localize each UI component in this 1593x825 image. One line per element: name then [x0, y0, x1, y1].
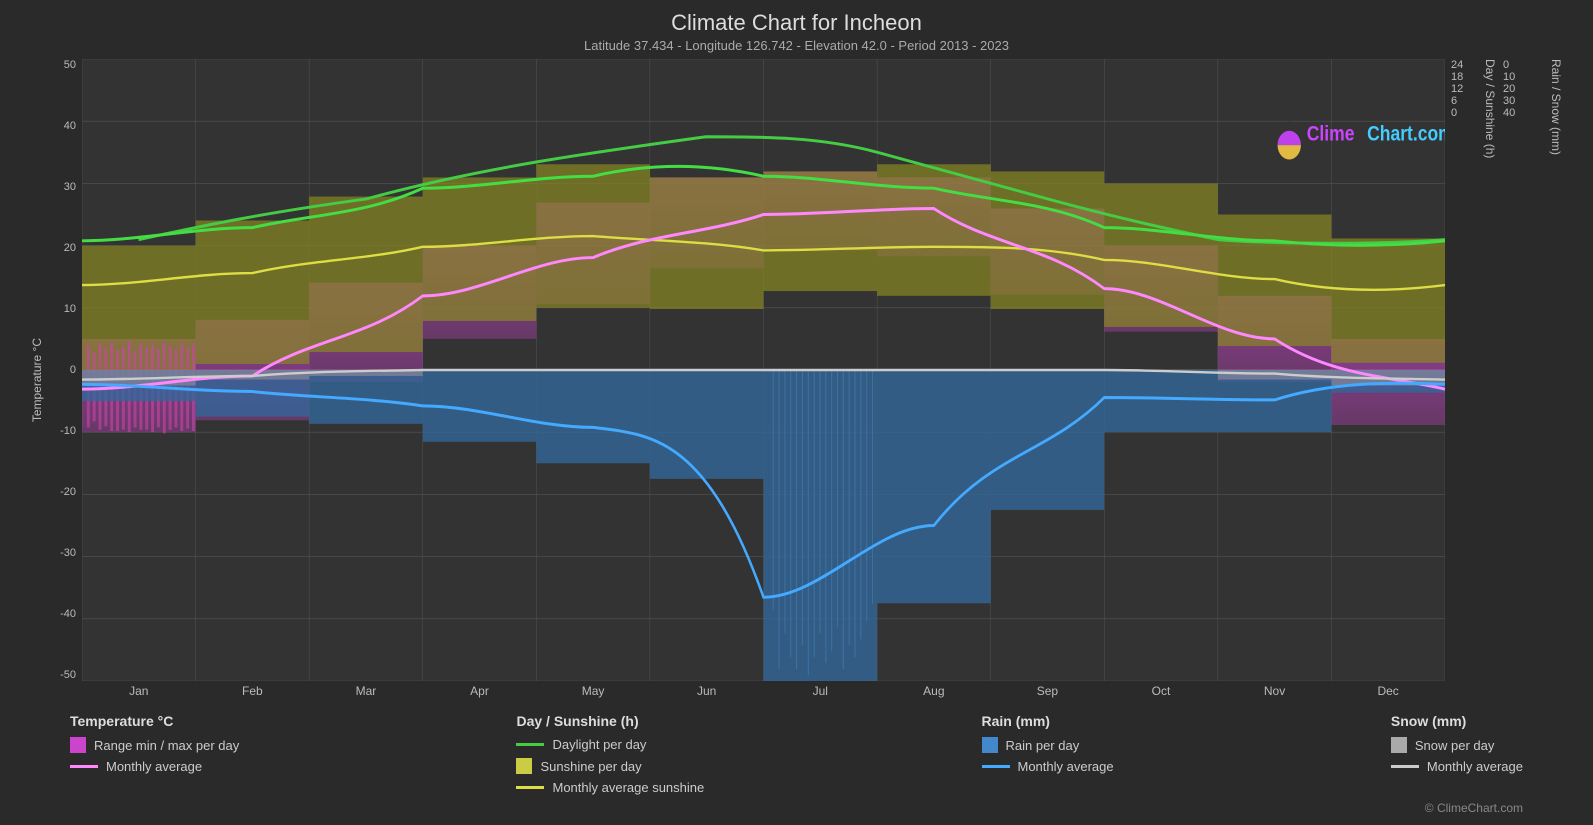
legend-rain-avg: Monthly average: [982, 759, 1114, 774]
legend-sunshine: Day / Sunshine (h) Daylight per day Suns…: [516, 713, 704, 795]
legend-daylight-label: Daylight per day: [552, 737, 646, 752]
y-axis-right-sunshine: 24 18 12 6 0: [1445, 59, 1481, 139]
y-label-sunshine: Day / Sunshine (h): [1483, 59, 1497, 158]
legend-rain-title: Rain (mm): [982, 713, 1114, 729]
legend-temp-range: Range min / max per day: [70, 737, 239, 753]
snow-avg-line: [1391, 765, 1419, 768]
x-label-feb: Feb: [196, 684, 310, 701]
svg-text:Chart.com: Chart.com: [1367, 122, 1445, 146]
daylight-line: [516, 743, 544, 746]
legend-snow-avg: Monthly average: [1391, 759, 1523, 774]
legend-snow-swatch: Snow per day: [1391, 737, 1523, 753]
legend-sunshine-avg-label: Monthly average sunshine: [552, 780, 704, 795]
sunshine-avg-line: [516, 786, 544, 789]
snow-swatch: [1391, 737, 1407, 753]
x-label-apr: Apr: [423, 684, 537, 701]
legend-rain-swatch-label: Rain per day: [1006, 738, 1080, 753]
legend-rain-avg-label: Monthly average: [1018, 759, 1114, 774]
legend-snow-title: Snow (mm): [1391, 713, 1523, 729]
x-label-jun: Jun: [650, 684, 764, 701]
chart-canvas: Clime Chart.com Clime Chart.com: [82, 59, 1445, 681]
legend-daylight: Daylight per day: [516, 737, 704, 752]
legend-rain-swatch: Rain per day: [982, 737, 1114, 753]
sunshine-swatch: [516, 758, 532, 774]
chart-subtitle: Latitude 37.434 - Longitude 126.742 - El…: [30, 38, 1563, 53]
x-label-jan: Jan: [82, 684, 196, 701]
watermark: © ClimeChart.com: [30, 801, 1563, 815]
legend-temp-title: Temperature °C: [70, 713, 239, 729]
y-axis-left: 50 40 30 20 10 0 -10 -20 -30 -40 -50: [46, 59, 82, 701]
legend-sunshine-avg: Monthly average sunshine: [516, 780, 704, 795]
rain-swatch: [982, 737, 998, 753]
legend-snow-avg-label: Monthly average: [1427, 759, 1523, 774]
x-label-nov: Nov: [1218, 684, 1332, 701]
x-label-aug: Aug: [877, 684, 991, 701]
temp-range-swatch: [70, 737, 86, 753]
legend-temp-avg-label: Monthly average: [106, 759, 202, 774]
x-label-sep: Sep: [991, 684, 1105, 701]
legend-sunshine-title: Day / Sunshine (h): [516, 713, 704, 729]
temp-avg-line: [70, 765, 98, 768]
x-label-mar: Mar: [309, 684, 423, 701]
x-label-dec: Dec: [1331, 684, 1445, 701]
legend-temp-avg: Monthly average: [70, 759, 239, 774]
chart-header: Climate Chart for Incheon Latitude 37.43…: [30, 10, 1563, 53]
y-axis-right-rain: 0 10 20 30 40: [1497, 59, 1547, 139]
x-label-may: May: [536, 684, 650, 701]
y-label-temperature: Temperature °C: [30, 338, 44, 422]
legend-sunshine-swatch: Sunshine per day: [516, 758, 704, 774]
y-label-rain: Rain / Snow (mm): [1549, 59, 1563, 155]
chart-title: Climate Chart for Incheon: [30, 10, 1563, 36]
legend-snow: Snow (mm) Snow per day Monthly average: [1391, 713, 1523, 795]
legend-temperature: Temperature °C Range min / max per day M…: [70, 713, 239, 795]
svg-text:Clime: Clime: [1307, 122, 1355, 146]
legend-rain: Rain (mm) Rain per day Monthly average: [982, 713, 1114, 795]
x-axis: Jan Feb Mar Apr May Jun Jul Aug Sep Oct …: [82, 681, 1445, 701]
legend-snow-swatch-label: Snow per day: [1415, 738, 1495, 753]
rain-avg-line: [982, 765, 1010, 768]
legend-temp-range-label: Range min / max per day: [94, 738, 239, 753]
x-label-oct: Oct: [1104, 684, 1218, 701]
legend-sunshine-swatch-label: Sunshine per day: [540, 759, 641, 774]
x-label-jul: Jul: [763, 684, 877, 701]
legend: Temperature °C Range min / max per day M…: [30, 705, 1563, 799]
